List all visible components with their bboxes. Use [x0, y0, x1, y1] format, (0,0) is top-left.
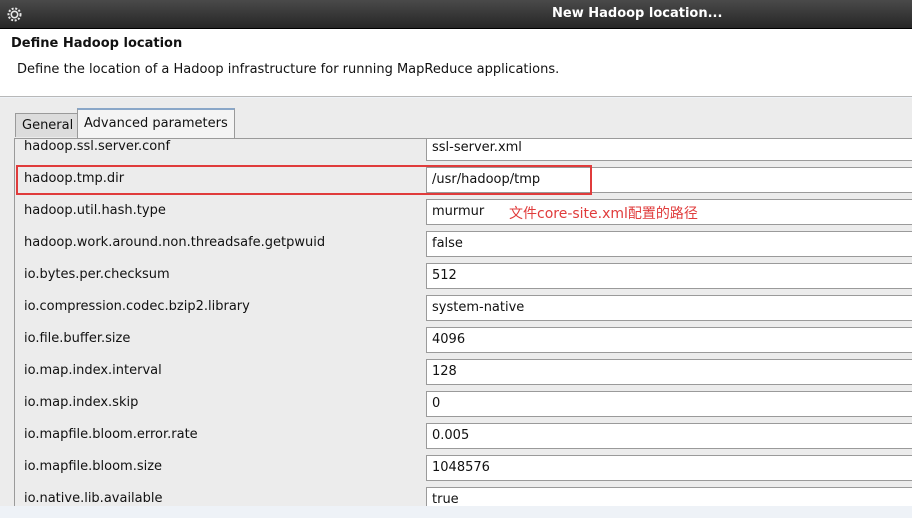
param-value-field[interactable]: 0 [426, 391, 912, 417]
param-row: io.mapfile.bloom.size 1048576 [15, 452, 912, 484]
param-key: io.map.index.skip [24, 395, 139, 410]
param-key: hadoop.util.hash.type [24, 203, 166, 218]
param-value-field[interactable]: false [426, 231, 912, 257]
page-title: Define Hadoop location [11, 36, 183, 51]
param-key: io.bytes.per.checksum [24, 267, 170, 282]
wizard-header: Define Hadoop location Define the locati… [0, 29, 912, 97]
tab-general[interactable]: General [15, 113, 81, 137]
param-value-field[interactable]: system-native [426, 295, 912, 321]
param-value-field[interactable]: 0.005 [426, 423, 912, 449]
gear-icon[interactable] [6, 6, 23, 23]
param-row: io.map.index.skip 0 [15, 388, 912, 420]
window-title: New Hadoop location... [552, 6, 723, 21]
param-key: io.file.buffer.size [24, 331, 131, 346]
dialog-body: General Advanced parameters hadoop.ssl.s… [0, 98, 912, 506]
param-key: io.mapfile.bloom.error.rate [24, 427, 198, 442]
param-value-field[interactable]: 4096 [426, 327, 912, 353]
param-value-field[interactable]: true [426, 487, 912, 506]
param-key: io.map.index.interval [24, 363, 162, 378]
param-value-field[interactable]: 512 [426, 263, 912, 289]
title-bar: New Hadoop location... [0, 0, 912, 29]
page-description: Define the location of a Hadoop infrastr… [17, 62, 560, 77]
param-key: hadoop.ssl.server.conf [24, 139, 171, 154]
param-key: io.native.lib.available [24, 491, 163, 506]
param-row: io.native.lib.available true [15, 484, 912, 506]
param-value-field[interactable]: ssl-server.xml [426, 139, 912, 161]
param-row: io.map.index.interval 128 [15, 356, 912, 388]
param-key: io.mapfile.bloom.size [24, 459, 163, 474]
param-row: io.compression.codec.bzip2.library syste… [15, 292, 912, 324]
tab-advanced-parameters[interactable]: Advanced parameters [77, 108, 235, 138]
param-value-field[interactable]: 1048576 [426, 455, 912, 481]
param-row: hadoop.util.hash.type murmur [15, 196, 912, 228]
annotation-text: 文件core-site.xml配置的路径 [509, 206, 698, 222]
param-key: hadoop.work.around.non.threadsafe.getpwu… [24, 235, 326, 250]
param-key: io.compression.codec.bzip2.library [24, 299, 250, 314]
param-row: io.mapfile.bloom.error.rate 0.005 [15, 420, 912, 452]
bottom-strip [0, 506, 912, 518]
param-row: io.file.buffer.size 4096 [15, 324, 912, 356]
highlight-box [16, 165, 592, 195]
param-value-field[interactable]: 128 [426, 359, 912, 385]
param-row: hadoop.ssl.server.conf ssl-server.xml [15, 139, 912, 164]
param-row: hadoop.work.around.non.threadsafe.getpwu… [15, 228, 912, 260]
param-row: io.bytes.per.checksum 512 [15, 260, 912, 292]
